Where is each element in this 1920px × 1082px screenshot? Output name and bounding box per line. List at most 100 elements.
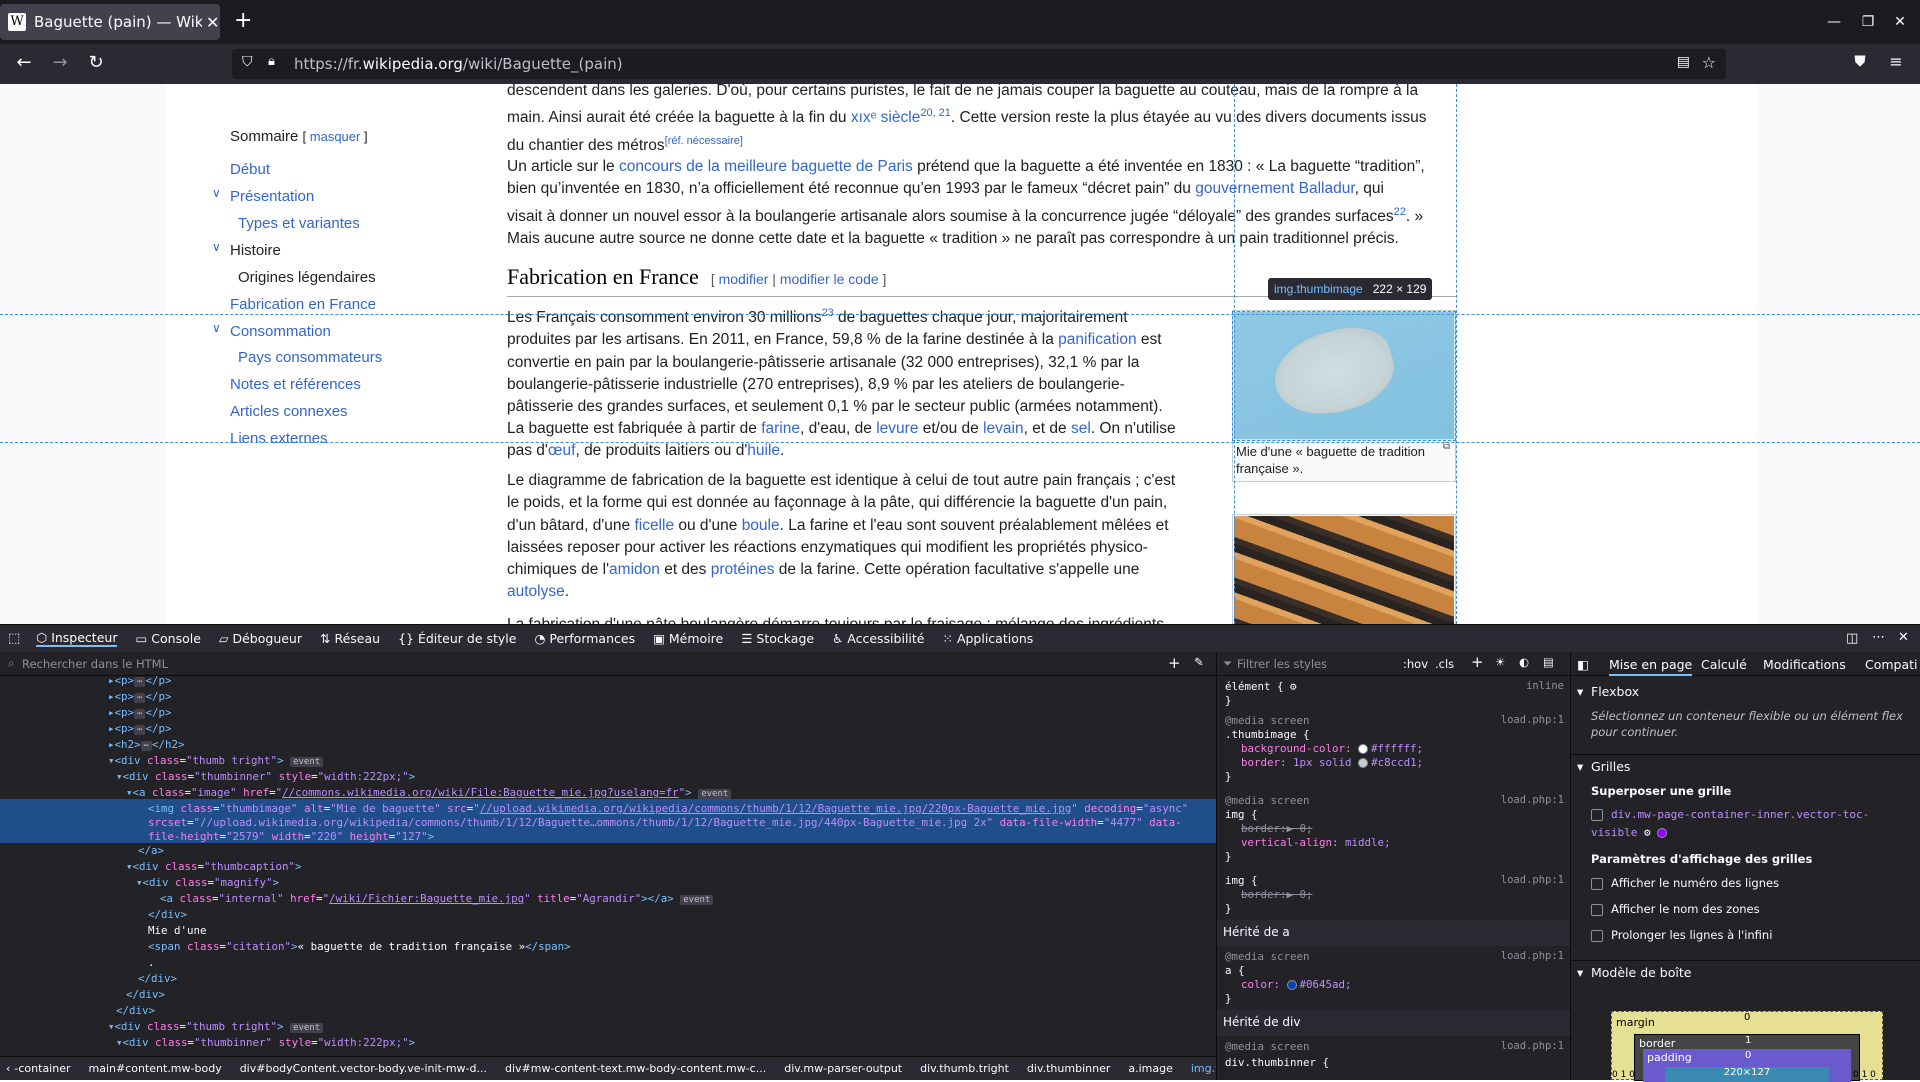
baguettes-oven-image[interactable] — [1234, 516, 1454, 624]
toc-item-consommation[interactable]: Consommation — [230, 323, 331, 340]
link[interactable]: œuf — [548, 442, 576, 459]
grid-option[interactable]: Afficher le numéro des lignes — [1571, 876, 1920, 890]
edit-link[interactable]: modifier — [719, 271, 769, 287]
link[interactable]: amidon — [609, 561, 660, 578]
toc-item-debut[interactable]: Début — [230, 161, 270, 178]
link[interactable]: levure — [876, 420, 918, 437]
browser-tab[interactable]: W Baguette (pain) — Wikipé ✕ — [0, 4, 220, 40]
tab-console[interactable]: ▭ Console — [135, 631, 200, 646]
color-swatch[interactable] — [1358, 744, 1369, 754]
markup-line[interactable]: <a class="internal" href="/wiki/Fichier:… — [160, 891, 714, 908]
markup-line[interactable]: ▾<div class="thumbinner" style="width:22… — [116, 1035, 415, 1051]
dock-icon[interactable]: ◫ — [1846, 631, 1858, 646]
color-swatch[interactable] — [1358, 758, 1369, 768]
link[interactable]: concours de la meilleure baguette de Par… — [619, 158, 913, 175]
menu-icon[interactable]: ≡ — [1884, 52, 1908, 71]
checkbox[interactable] — [1591, 809, 1603, 821]
toc-item-types[interactable]: Types et variantes — [238, 215, 360, 232]
toc-hide-link[interactable]: masquer — [310, 129, 361, 144]
tab-inspector[interactable]: ⬡ Inspecteur — [36, 630, 118, 647]
rule-declaration[interactable]: border: 1px solid #c8ccd1; — [1241, 756, 1423, 769]
flexbox-header[interactable]: ▾ Flexbox — [1571, 684, 1920, 699]
tab-compatibility[interactable]: Compati — [1865, 657, 1918, 672]
dark-mode-icon[interactable]: ◐ — [1519, 655, 1529, 669]
breadcrumb-item[interactable]: a.image — [1128, 1062, 1173, 1075]
link[interactable]: huile — [747, 442, 780, 459]
breadcrumb-scroll-left-icon[interactable]: ‹ — [6, 1062, 10, 1075]
rule-element[interactable]: élément { ⚙ — [1225, 680, 1297, 693]
chevron-down-icon[interactable]: ∨ — [212, 321, 221, 335]
rule-source[interactable]: load.php:1 — [1501, 950, 1564, 962]
rule-declaration-overridden[interactable]: border:▶ 0; — [1241, 822, 1313, 835]
rule-declaration-overridden[interactable]: border:▶ 0; — [1241, 888, 1313, 901]
close-devtools-icon[interactable]: ✕ — [1898, 630, 1909, 645]
breadcrumb-item[interactable]: main#content.mw-body — [89, 1062, 222, 1075]
tab-computed[interactable]: Calculé — [1701, 657, 1747, 672]
rule-selector[interactable]: img { — [1225, 808, 1258, 821]
tab-network[interactable]: ⇅ Réseau — [320, 631, 380, 646]
link[interactable]: gouvernement Balladur — [1195, 180, 1354, 197]
cls-toggle[interactable]: .cls — [1435, 657, 1454, 671]
hov-toggle[interactable]: :hov — [1403, 657, 1428, 671]
forward-icon[interactable]: → — [48, 52, 72, 73]
tab-layout[interactable]: Mise en page — [1609, 657, 1693, 676]
link[interactable]: ficelle — [634, 517, 674, 534]
tab-debugger[interactable]: ▱ Débogueur — [219, 631, 302, 646]
box-model-margin[interactable]: margin 0 border 1 padding 0 220×127 — [1611, 1011, 1883, 1082]
toc-item-pays[interactable]: Pays consommateurs — [238, 349, 382, 366]
back-icon[interactable]: ← — [12, 52, 36, 73]
rule-source[interactable]: load.php:1 — [1501, 1040, 1564, 1052]
pocket-icon[interactable]: ⛊ — [1848, 52, 1872, 70]
breadcrumb-item[interactable]: div.thumbinner — [1027, 1062, 1110, 1075]
box-value[interactable]: 0 — [1744, 1012, 1750, 1023]
minimize-icon[interactable]: — — [1822, 10, 1846, 34]
tab-storage[interactable]: ☰ Stockage — [741, 631, 814, 646]
print-media-icon[interactable]: ▤ — [1543, 655, 1554, 669]
markup-line[interactable]: ▾<div class="thumbcaption"> — [126, 859, 302, 875]
markup-line[interactable]: ▸<p> ⋯ </p> — [108, 721, 171, 738]
rule-selector[interactable]: .thumbimage { — [1225, 728, 1310, 741]
add-node-icon[interactable]: + — [1168, 654, 1181, 672]
tab-style-editor[interactable]: {} Éditeur de style — [398, 631, 516, 646]
markup-line[interactable]: </div> — [148, 907, 187, 923]
markup-line[interactable]: ▸<p> ⋯ </p> — [108, 673, 171, 690]
box-value[interactable]: 0 — [1745, 1050, 1751, 1061]
rule-declaration[interactable]: background-color: #ffffff; — [1241, 742, 1423, 755]
grid-option[interactable]: Afficher le nom des zones — [1571, 902, 1920, 916]
edit-source-link[interactable]: modifier le code — [780, 271, 879, 287]
checkbox[interactable] — [1591, 877, 1603, 890]
markup-line[interactable]: ▾<div class="thumb tright"> event — [108, 753, 324, 770]
rule-declaration[interactable]: vertical-align: middle; — [1241, 836, 1391, 849]
grid-overlay-item[interactable]: div.mw-page-container-inner.vector-toc-v… — [1571, 806, 1920, 842]
add-rule-icon[interactable]: + — [1471, 653, 1484, 671]
toc-item-fabrication[interactable]: Fabrication en France — [230, 296, 376, 313]
breadcrumb-item[interactable]: div#mw-content-text.mw-body-content.mw-c… — [505, 1062, 766, 1075]
breadcrumb-item-active[interactable]: img.thumbimage — [1191, 1062, 1216, 1075]
breadcrumb-item[interactable]: -container — [14, 1062, 70, 1075]
box-model-border[interactable]: border 1 padding 0 220×127 — [1634, 1034, 1860, 1082]
light-mode-icon[interactable]: ☀ — [1495, 655, 1505, 669]
color-swatch[interactable] — [1657, 828, 1668, 838]
markup-line[interactable]: </a> — [138, 843, 164, 859]
markup-line[interactable]: </div> — [138, 971, 177, 987]
markup-line[interactable]: . — [148, 955, 155, 971]
reload-icon[interactable]: ↻ — [84, 52, 108, 73]
box-value[interactable]: 1 — [1745, 1035, 1751, 1046]
toc-item-presentation[interactable]: Présentation — [230, 188, 314, 205]
markup-line[interactable]: ▾<div class="thumb tright"> event — [108, 1019, 324, 1036]
toc-item-liens[interactable]: Liens externes — [230, 430, 328, 447]
tab-changes[interactable]: Modifications — [1763, 657, 1846, 672]
markup-line[interactable]: ▸<p> ⋯ </p> — [108, 705, 171, 722]
link[interactable]: panification — [1058, 331, 1136, 348]
markup-line-selected[interactable]: file-height="2579" width="220" height="1… — [148, 829, 434, 845]
toc-item-histoire[interactable]: Histoire — [230, 242, 281, 259]
link[interactable]: levain — [983, 420, 1024, 437]
markup-line[interactable]: ▾<div class="magnify"> — [136, 875, 279, 891]
markup-line[interactable]: <span class="citation">« baguette de tra… — [148, 939, 571, 955]
rule-selector[interactable]: div.thumbinner { — [1225, 1056, 1329, 1069]
color-swatch[interactable] — [1286, 980, 1297, 990]
rule-selector[interactable]: a { — [1225, 964, 1245, 977]
grids-header[interactable]: ▾ Grilles — [1571, 754, 1920, 774]
rule-declaration[interactable]: color: #0645ad; — [1241, 978, 1352, 991]
chevron-down-icon[interactable]: ∨ — [212, 240, 221, 254]
